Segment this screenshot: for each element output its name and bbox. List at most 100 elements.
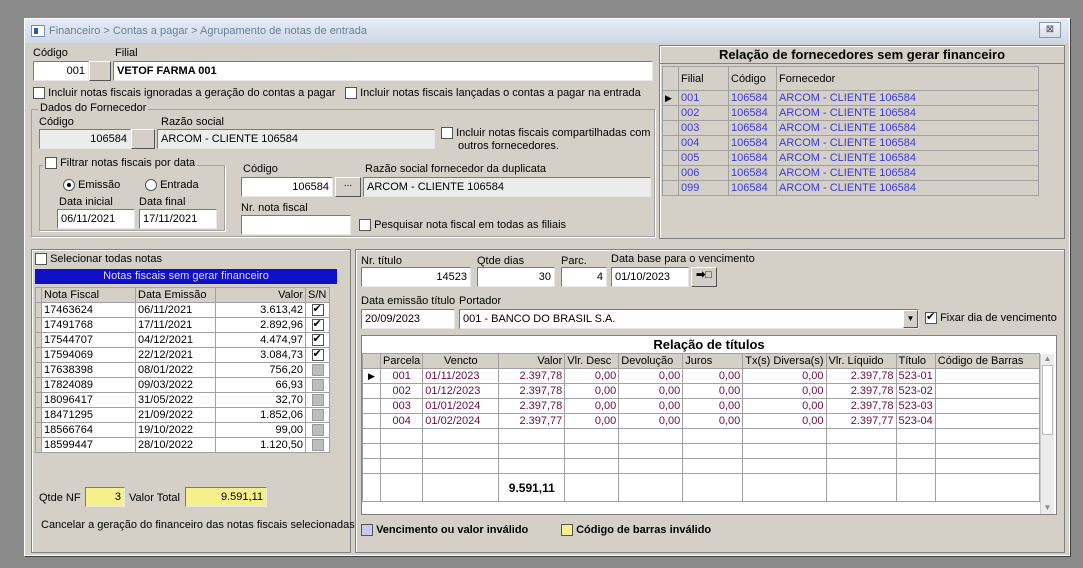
opt-compartilhadas-checkbox[interactable] xyxy=(441,127,453,140)
selecionar-todas[interactable]: Selecionar todas notas xyxy=(35,253,162,266)
nota-sn-cell[interactable] xyxy=(305,392,330,408)
close-button[interactable]: ⊠ xyxy=(1039,22,1061,38)
nr-titulo-field[interactable]: 14523 xyxy=(361,267,471,287)
fornecedor-row[interactable]: 005 106584 ARCOM - CLIENTE 106584 xyxy=(662,150,1039,166)
titulos-total-row: 9.591,11 xyxy=(362,473,1040,502)
row-indicator xyxy=(362,413,381,429)
nota-sn-cell[interactable] xyxy=(305,362,330,378)
data-emissao-field[interactable]: 20/09/2023 xyxy=(361,309,455,329)
titulo-row[interactable]: 004 01/02/2024 2.397,77 0,00 0,00 0,00 0,00 2.3… xyxy=(362,413,1040,429)
opt-pesquisar-checkbox[interactable] xyxy=(359,219,371,232)
titulo-cell: 0,00 xyxy=(742,413,827,429)
filial-field[interactable]: VETOF FARMA 001 xyxy=(113,61,653,81)
dup-search-button[interactable]: ... xyxy=(335,177,361,197)
nota-sn-checkbox[interactable] xyxy=(311,379,324,392)
radio-entrada-dot[interactable] xyxy=(145,179,157,192)
empty-cell xyxy=(742,428,827,444)
selecionar-todas-checkbox[interactable] xyxy=(35,253,47,266)
data-base-field[interactable]: 01/10/2023 xyxy=(611,267,689,287)
fornecedor-row[interactable]: ▶ 001 106584 ARCOM - CLIENTE 106584 xyxy=(662,90,1039,106)
empty-cell xyxy=(825,458,897,474)
titulo-row[interactable]: 002 01/12/2023 2.397,78 0,00 0,00 0,00 0,00 2.3… xyxy=(362,383,1040,399)
nota-row[interactable]: 17594069 22/12/2021 3.084,73 xyxy=(35,347,330,363)
titulo-cell: 002 xyxy=(379,383,424,399)
opt-pesquisar[interactable]: Pesquisar nota fiscal em todas as filiai… xyxy=(359,219,566,232)
nota-sn-checkbox[interactable] xyxy=(311,332,324,347)
titulo-cell: 0,00 xyxy=(564,398,620,414)
nota-row[interactable]: 18566764 19/10/2022 99,00 xyxy=(35,422,330,438)
portador-select[interactable]: 001 - BANCO DO BRASIL S.A. xyxy=(459,309,919,329)
codigo-filial-search-button[interactable] xyxy=(89,61,111,81)
fornecedor-row[interactable]: 006 106584 ARCOM - CLIENTE 106584 xyxy=(662,165,1039,181)
total-empty-cell xyxy=(564,473,620,502)
fixar-dia[interactable]: Fixar dia de vencimento xyxy=(925,310,1057,325)
data-inicial-field[interactable]: 06/11/2021 xyxy=(57,209,135,229)
fornecedor-row[interactable]: 004 106584 ARCOM - CLIENTE 106584 xyxy=(662,135,1039,151)
nota-sn-checkbox[interactable] xyxy=(311,364,324,377)
empty-cell xyxy=(379,428,424,444)
nota-sn-cell[interactable] xyxy=(305,302,330,318)
fixar-dia-checkbox[interactable] xyxy=(925,310,937,325)
nota-row[interactable]: 17463624 06/11/2021 3.613,42 xyxy=(35,302,330,318)
nota-row[interactable]: 18096417 31/05/2022 32,70 xyxy=(35,392,330,408)
nota-sn-cell[interactable] xyxy=(305,437,330,453)
nota-sn-cell[interactable] xyxy=(305,377,330,393)
nota-sn-checkbox[interactable] xyxy=(311,424,324,437)
forn-codigo-field[interactable]: 106584 xyxy=(39,129,131,149)
dup-codigo-field[interactable]: 106584 xyxy=(241,177,333,197)
titulo-cell: 523-02 xyxy=(895,383,936,399)
opt-compartilhadas[interactable]: Incluir notas fiscais compartilhadas com… xyxy=(441,127,650,153)
titulos-scrollbar[interactable]: ▲ ▼ xyxy=(1040,354,1054,514)
parc-field[interactable]: 4 xyxy=(561,267,607,287)
nota-row[interactable]: 18599447 28/10/2022 1.120,50 xyxy=(35,437,330,453)
forn-razao-field[interactable]: ARCOM - CLIENTE 106584 xyxy=(157,129,435,149)
nota-row[interactable]: 18471295 21/09/2022 1.852,06 xyxy=(35,407,330,423)
filtrar-data-toggle[interactable]: Filtrar notas fiscais por data xyxy=(43,157,198,170)
empty-cell xyxy=(682,458,744,474)
nota-sn-checkbox[interactable] xyxy=(311,302,324,317)
legend-invalid-barcode-label: Código de barras inválido xyxy=(576,524,712,536)
fornecedor-row[interactable]: 003 106584 ARCOM - CLIENTE 106584 xyxy=(662,120,1039,136)
dup-razao-field[interactable]: ARCOM - CLIENTE 106584 xyxy=(363,177,651,197)
nota-sn-cell[interactable] xyxy=(305,422,330,438)
scroll-up-icon[interactable]: ▲ xyxy=(1041,354,1054,363)
titulo-row[interactable]: 003 01/01/2024 2.397,78 0,00 0,00 0,00 0,00 2.3… xyxy=(362,398,1040,414)
data-final-field[interactable]: 17/11/2021 xyxy=(139,209,217,229)
forn-search-button[interactable] xyxy=(131,129,155,149)
nota-row[interactable]: 17544707 04/12/2021 4.474,97 xyxy=(35,332,330,348)
opt-lancadas-checkbox[interactable] xyxy=(345,87,357,100)
fornecedor-row[interactable]: 099 106584 ARCOM - CLIENTE 106584 xyxy=(662,180,1039,196)
scroll-thumb[interactable] xyxy=(1042,365,1053,435)
nota-sn-cell[interactable] xyxy=(305,347,330,363)
radio-entrada[interactable]: Entrada xyxy=(145,179,199,192)
nota-sn-checkbox[interactable] xyxy=(311,347,324,362)
titulo-row[interactable]: ▶ 001 01/11/2023 2.397,78 0,00 0,00 0,00 0,00 2.… xyxy=(362,368,1040,384)
nota-sn-checkbox[interactable] xyxy=(311,394,324,407)
aplicar-data-button[interactable]: ➡□ xyxy=(691,267,717,287)
scroll-down-icon[interactable]: ▼ xyxy=(1041,503,1054,512)
nota-sn-checkbox[interactable] xyxy=(311,317,324,332)
opt-ignoradas[interactable]: Incluir notas fiscais ignoradas a geraçã… xyxy=(33,87,335,100)
nota-nf-cell: 18096417 xyxy=(41,392,136,408)
nota-sn-checkbox[interactable] xyxy=(311,409,324,422)
nota-row[interactable]: 17824089 09/03/2022 66,93 xyxy=(35,377,330,393)
titulo-cell: 0,00 xyxy=(742,398,827,414)
qtde-dias-field[interactable]: 30 xyxy=(477,267,555,287)
opt-ignoradas-checkbox[interactable] xyxy=(33,87,45,100)
radio-emissao-dot[interactable] xyxy=(63,179,75,192)
nota-row[interactable]: 17491768 17/11/2021 2.892,96 xyxy=(35,317,330,333)
nota-sn-cell[interactable] xyxy=(305,332,330,348)
codigo-filial-field[interactable]: 001 xyxy=(33,61,89,81)
filtrar-data-checkbox[interactable] xyxy=(45,157,57,170)
nr-nota-field[interactable] xyxy=(241,215,351,235)
fornecedor-row[interactable]: 002 106584 ARCOM - CLIENTE 106584 xyxy=(662,105,1039,121)
nota-sn-cell[interactable] xyxy=(305,317,330,333)
nota-sn-checkbox[interactable] xyxy=(311,439,324,452)
portador-dropdown-button[interactable]: ▼ xyxy=(903,310,918,328)
fornecedores-header-codigo: Código xyxy=(728,66,777,91)
nota-sn-cell[interactable] xyxy=(305,407,330,423)
radio-emissao[interactable]: Emissão xyxy=(63,179,120,192)
cancelar-label[interactable]: Cancelar a geração do financeiro das not… xyxy=(41,519,355,531)
opt-lancadas[interactable]: Incluir notas fiscais lançadas o contas … xyxy=(345,87,641,100)
nota-row[interactable]: 17638398 08/01/2022 756,20 xyxy=(35,362,330,378)
